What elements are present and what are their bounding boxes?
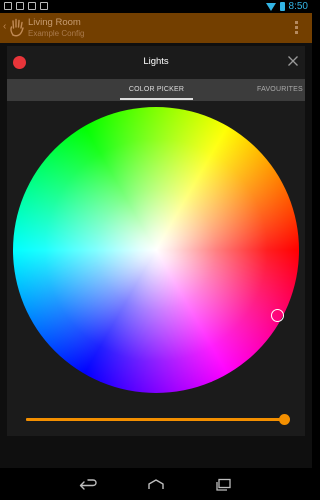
calendar-icon: [28, 2, 36, 10]
status-icons: 8:50: [265, 0, 308, 13]
up-navigation-icon[interactable]: ‹: [3, 21, 6, 33]
battery-icon: [279, 2, 285, 11]
action-bar: ‹ Living Room Example Config: [0, 13, 312, 43]
room-title: Living Room: [28, 17, 81, 28]
image-icon: [16, 2, 24, 10]
recents-icon[interactable]: [214, 478, 234, 492]
tab-color-picker[interactable]: COLOR PICKER: [120, 79, 193, 101]
notification-icon: [40, 2, 48, 10]
overflow-menu-icon[interactable]: [295, 21, 299, 34]
dialog-header: Lights: [7, 46, 305, 79]
slider-track[interactable]: [26, 418, 282, 421]
clock: 8:50: [288, 1, 308, 12]
dialog-title: Lights: [143, 56, 169, 67]
back-icon[interactable]: [79, 478, 99, 492]
tab-bar: COLOR PICKER FAVOURITES: [7, 79, 305, 101]
notification-icons: [4, 2, 48, 10]
close-icon[interactable]: [287, 55, 299, 67]
status-bar: 8:50: [0, 0, 312, 13]
navigation-bar: [0, 468, 312, 500]
slider-thumb[interactable]: [279, 414, 290, 425]
image-icon: [4, 2, 12, 10]
color-picker-handle[interactable]: [271, 309, 284, 322]
brightness-slider[interactable]: [26, 414, 290, 425]
tab-favourites[interactable]: FAVOURITES: [257, 79, 303, 101]
wifi-icon: [265, 2, 276, 11]
home-icon[interactable]: [146, 478, 166, 492]
lights-dialog: Lights COLOR PICKER FAVOURITES: [7, 46, 305, 436]
hand-logo-icon[interactable]: [9, 18, 25, 37]
config-subtitle: Example Config: [28, 29, 85, 38]
color-wheel[interactable]: [13, 107, 299, 393]
